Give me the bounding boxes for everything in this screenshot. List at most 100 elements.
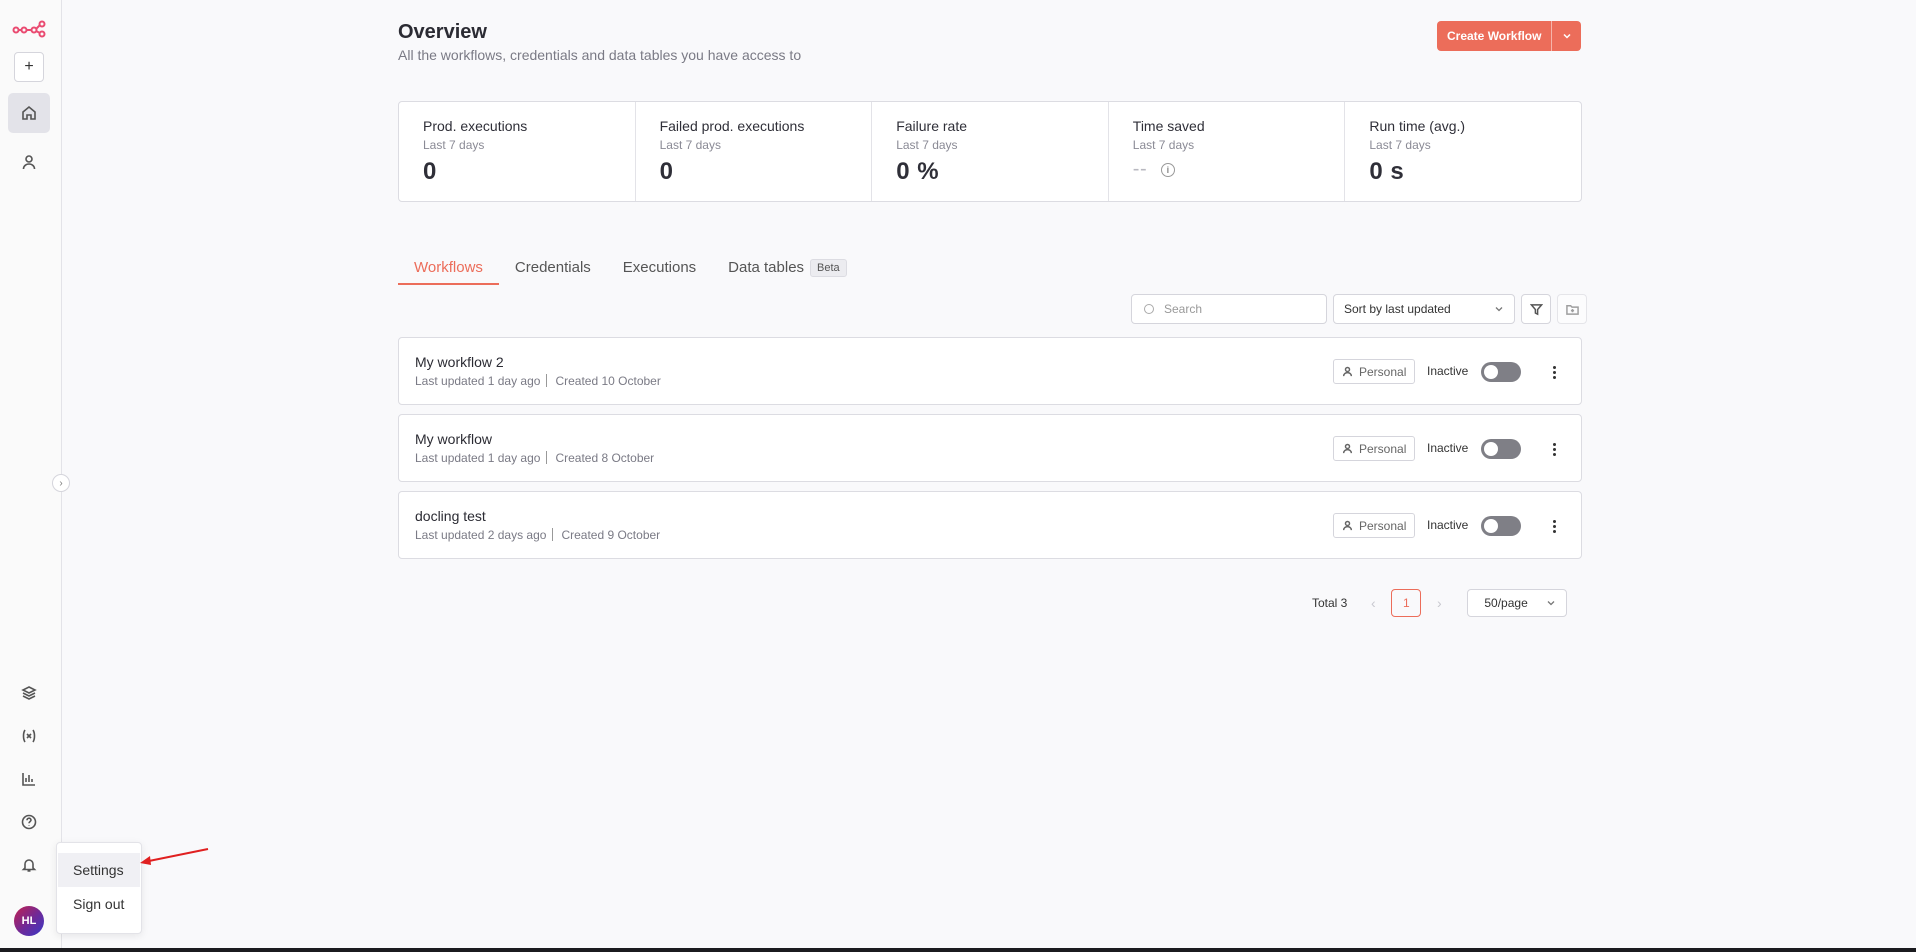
- stat-label: Time saved: [1132, 118, 1205, 134]
- workflow-status: Inactive: [1427, 518, 1469, 532]
- annotation-arrow-icon: [140, 848, 209, 865]
- avatar-initials: HL: [21, 915, 37, 927]
- stat-period: Last 7 days: [659, 138, 721, 152]
- help-icon: [21, 814, 37, 830]
- owner-badge: Personal: [1333, 359, 1416, 384]
- search-placeholder: Search: [1164, 302, 1203, 316]
- info-icon[interactable]: i: [1161, 162, 1176, 177]
- stat-label: Failed prod. executions: [659, 118, 805, 134]
- workflow-name[interactable]: My workflow 2: [415, 354, 504, 370]
- filter-icon: [1529, 303, 1543, 315]
- more-options-icon[interactable]: [1549, 439, 1559, 459]
- tab-data-tables[interactable]: Data tables Beta: [712, 255, 863, 285]
- active-toggle[interactable]: [1481, 439, 1521, 459]
- stat-prod-executions[interactable]: Prod. executions Last 7 days 0: [399, 102, 636, 201]
- workflow-updated: Last updated 2 days ago: [415, 528, 547, 542]
- active-toggle[interactable]: [1481, 362, 1521, 382]
- avatar[interactable]: HL: [14, 906, 44, 936]
- stat-period: Last 7 days: [1132, 138, 1195, 152]
- bottom-edge: [0, 948, 1916, 952]
- next-page-icon[interactable]: ›: [1429, 595, 1449, 611]
- tab-bar: Workflows Credentials Executions Data ta…: [398, 255, 1582, 285]
- stat-time-saved[interactable]: Time saved Last 7 days -- i: [1109, 102, 1346, 201]
- more-options-icon[interactable]: [1549, 516, 1559, 536]
- search-icon: [1144, 304, 1154, 314]
- chevron-down-icon: [1547, 601, 1555, 606]
- page-size-select[interactable]: 50/page: [1467, 589, 1568, 617]
- create-options-button[interactable]: [1551, 21, 1582, 51]
- sidebar-item-personal[interactable]: [8, 142, 50, 182]
- stat-failure-rate[interactable]: Failure rate Last 7 days 0 %: [872, 102, 1109, 201]
- workflow-created: Created 9 October: [561, 528, 661, 542]
- stat-label: Failure rate: [896, 118, 967, 134]
- stat-failed-executions[interactable]: Failed prod. executions Last 7 days 0: [636, 102, 873, 201]
- stat-period: Last 7 days: [896, 138, 958, 152]
- workflow-name[interactable]: docling test: [415, 508, 486, 524]
- workflow-card[interactable]: docling test Last updated 2 days ago Crea…: [398, 491, 1582, 559]
- chevron-down-icon: [1563, 33, 1571, 39]
- beta-badge: Beta: [810, 259, 847, 277]
- active-toggle[interactable]: [1481, 516, 1521, 536]
- search-input[interactable]: Search: [1131, 294, 1327, 324]
- total-count: Total 3: [1312, 596, 1348, 610]
- chevron-right-icon: ›: [59, 477, 63, 489]
- meta-divider: [546, 374, 548, 387]
- page-number[interactable]: 1: [1391, 589, 1422, 617]
- templates-icon: [21, 686, 37, 700]
- stat-period: Last 7 days: [1369, 138, 1431, 152]
- meta-divider: [552, 528, 554, 541]
- folder-plus-icon: [1565, 304, 1579, 315]
- home-icon: [22, 105, 36, 120]
- new-folder-button[interactable]: [1557, 294, 1587, 324]
- owner-label: Personal: [1359, 364, 1407, 379]
- workflow-status: Inactive: [1427, 441, 1469, 455]
- create-workflow-group: Create Workflow: [1437, 21, 1582, 51]
- menu-item-settings[interactable]: Settings: [58, 853, 140, 887]
- stat-label: Prod. executions: [423, 118, 528, 134]
- sidebar: + HL: [0, 0, 62, 950]
- meta-divider: [546, 451, 548, 464]
- workflow-name[interactable]: My workflow: [415, 431, 492, 447]
- workflow-meta: Last updated 1 day ago Created 8 October: [415, 451, 654, 465]
- sidebar-item-overview[interactable]: [8, 93, 50, 133]
- stat-value: --: [1132, 158, 1148, 180]
- sort-select[interactable]: Sort by last updated: [1333, 294, 1515, 324]
- more-options-icon[interactable]: [1549, 362, 1559, 382]
- filter-button[interactable]: [1521, 294, 1551, 324]
- workflow-meta: Last updated 2 days ago Created 9 October: [415, 528, 660, 542]
- tab-label: Workflows: [414, 259, 483, 276]
- workflow-created: Created 8 October: [555, 451, 655, 465]
- stat-run-time[interactable]: Run time (avg.) Last 7 days 0 s: [1345, 102, 1581, 201]
- tab-label: Credentials: [514, 259, 591, 276]
- workflow-status: Inactive: [1427, 364, 1469, 378]
- sidebar-item-help[interactable]: [8, 802, 50, 842]
- user-menu: Settings Sign out: [56, 842, 142, 934]
- sort-value: Sort by last updated: [1344, 302, 1451, 316]
- stat-period: Last 7 days: [423, 138, 485, 152]
- sidebar-item-templates[interactable]: [8, 673, 50, 713]
- create-workflow-button[interactable]: Create Workflow: [1437, 21, 1552, 51]
- workflow-card[interactable]: My workflow Last updated 1 day ago Create…: [398, 414, 1582, 482]
- tab-workflows[interactable]: Workflows: [398, 255, 499, 285]
- sidebar-item-notifications[interactable]: [8, 845, 50, 885]
- sidebar-item-variables[interactable]: [8, 716, 50, 756]
- workflow-card[interactable]: My workflow 2 Last updated 1 day ago Crea…: [398, 337, 1582, 405]
- stat-value: 0: [423, 158, 437, 185]
- tab-executions[interactable]: Executions: [607, 255, 712, 285]
- user-icon: [1342, 443, 1353, 454]
- sidebar-item-insights[interactable]: [8, 759, 50, 799]
- stat-value: 0: [659, 158, 674, 185]
- n8n-logo-icon[interactable]: [12, 16, 46, 38]
- menu-item-sign-out[interactable]: Sign out: [58, 887, 140, 921]
- owner-label: Personal: [1359, 441, 1407, 456]
- tab-label: Executions: [622, 259, 697, 276]
- page-title: Overview: [398, 21, 487, 43]
- prev-page-icon[interactable]: ‹: [1363, 595, 1383, 611]
- list-toolbar: Search Sort by last updated: [1131, 294, 1587, 324]
- sidebar-collapse-button[interactable]: ›: [52, 474, 70, 492]
- add-button[interactable]: +: [14, 52, 44, 82]
- tab-credentials[interactable]: Credentials: [499, 255, 607, 285]
- stat-value: 0 s: [1369, 158, 1405, 185]
- stat-value-row: -- i: [1133, 158, 1345, 181]
- chevron-down-icon: [1495, 307, 1503, 312]
